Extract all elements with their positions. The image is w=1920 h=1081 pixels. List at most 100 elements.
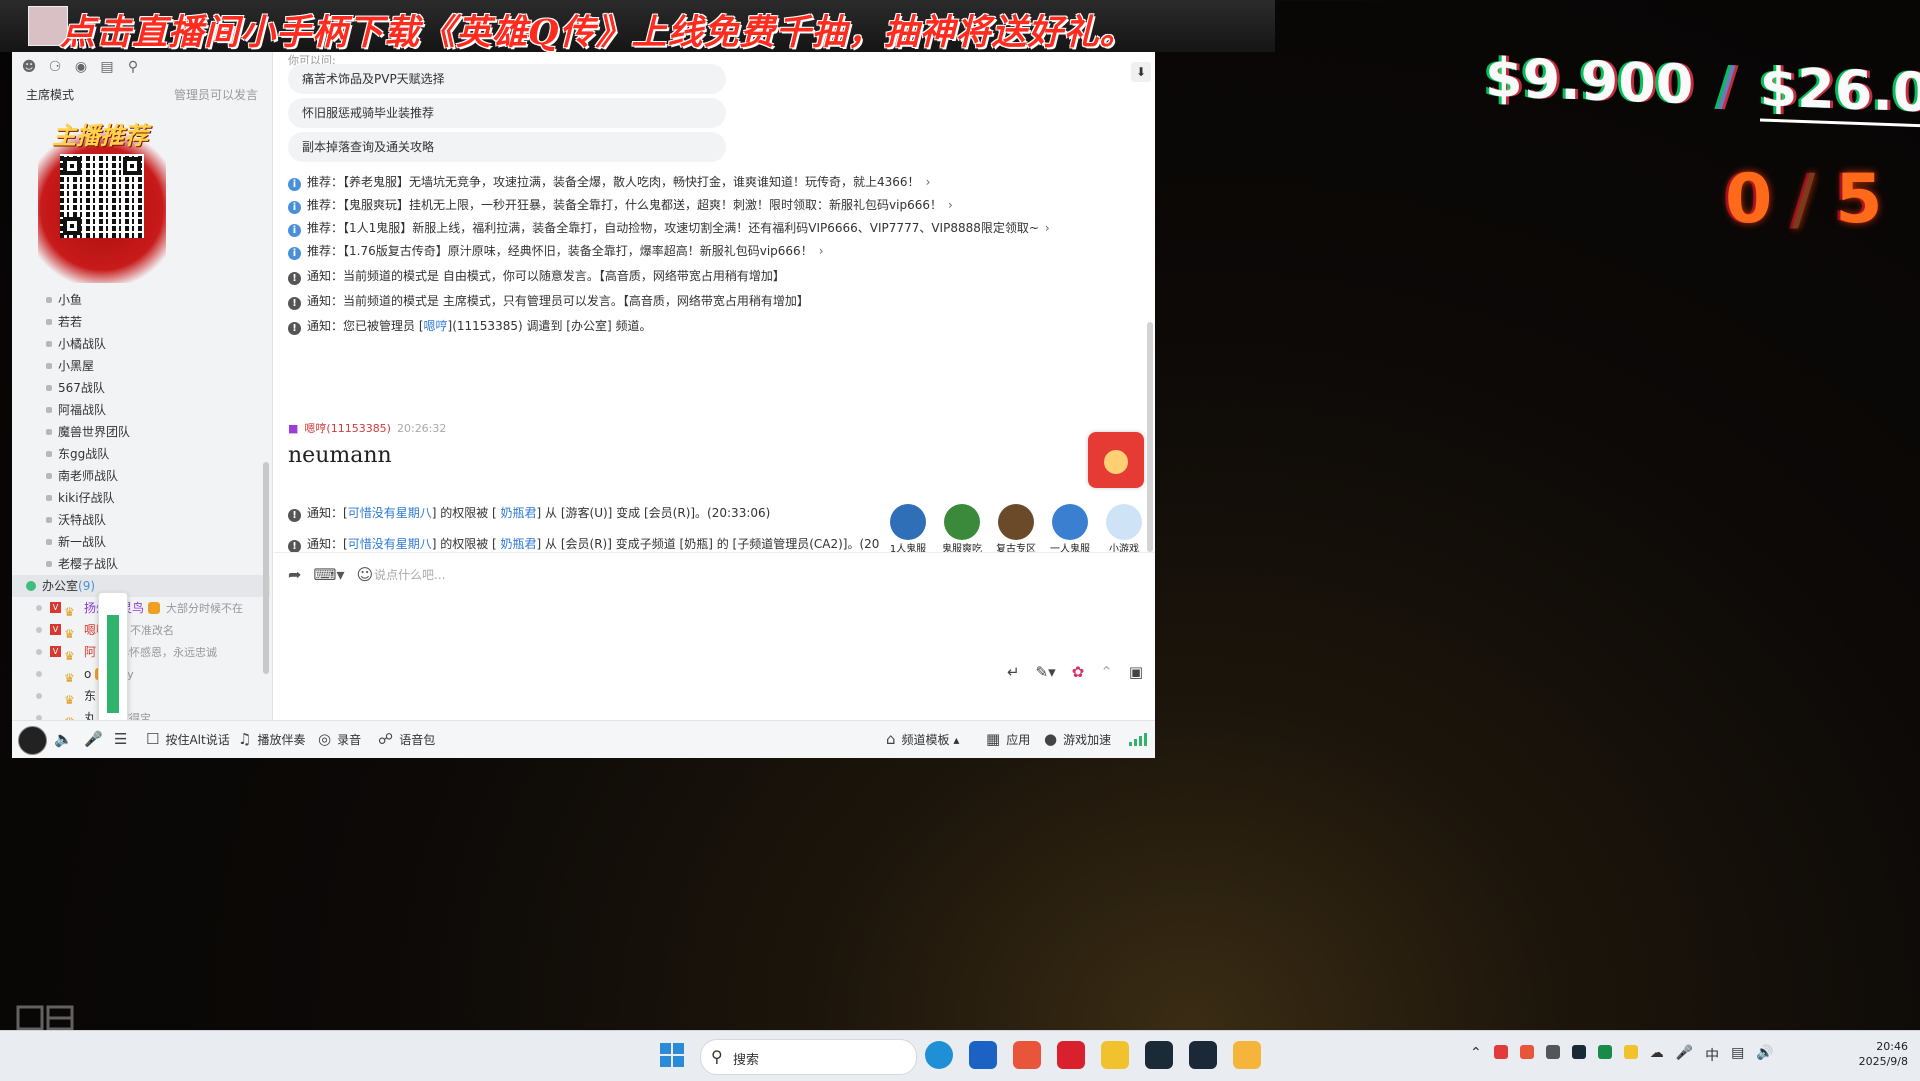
app-icon[interactable] — [1101, 1041, 1129, 1069]
gamepad-icon[interactable]: ⌨▾ — [313, 565, 344, 584]
tray-app-icon[interactable] — [1597, 1045, 1612, 1059]
suggestion-chip[interactable]: 怀旧服惩戒骑毕业装推荐 — [288, 98, 726, 128]
channel-item[interactable]: kiki仔战队 — [12, 487, 270, 509]
push-to-talk-button[interactable]: ☐ 按住Alt说话 — [146, 721, 230, 758]
message-input[interactable]: 说点什么吧... — [374, 566, 445, 583]
channel-item[interactable]: 小鱼 — [12, 289, 270, 311]
channel-item[interactable]: 若若 — [12, 311, 270, 333]
edge-browser-icon[interactable] — [925, 1041, 953, 1069]
chat-panel: 你可以问: 痛苦术饰品及PVP天赋选择 怀旧服惩戒骑毕业装推荐 副本掉落查询及通… — [274, 52, 1155, 552]
banner-text: 点击直播间小手柄下载《英雄Q传》上线免费千抽，抽神将送好礼。 — [60, 12, 1136, 53]
audio-settings-icon[interactable]: ☰ — [114, 721, 133, 758]
grid-icon: ▦ — [986, 730, 1001, 748]
search-icon[interactable]: ⚲ — [124, 58, 142, 76]
recommend-line[interactable]: i 推荐：【养老鬼服】无墙坑无竞争，攻速拉满，装备全爆，散人吃肉，畅快打金，谁爽谁… — [288, 173, 930, 191]
netease-music-icon[interactable] — [1057, 1041, 1085, 1069]
app-icon[interactable] — [1233, 1041, 1261, 1069]
gift-box-icon[interactable]: ▣ — [1129, 663, 1143, 681]
taskbar-clock[interactable]: 20:46 2025/9/8 — [1859, 1039, 1908, 1069]
recommend-line[interactable]: i 推荐：【1.76版复古传奇】原汁原味，经典怀旧，装备全靠打，爆率超高！新服礼包… — [288, 242, 824, 260]
channel-item[interactable]: 南老师战队 — [12, 465, 270, 487]
volume-icon[interactable]: 🔊 — [1756, 1045, 1773, 1065]
game-shortcut[interactable]: 一人鬼服 — [1046, 504, 1094, 552]
member-row[interactable]: V ♛ 嗯哼 不准改名 — [12, 619, 270, 641]
chevron-up-icon[interactable]: ⌃ — [1100, 663, 1113, 681]
ime-indicator[interactable]: 中 — [1705, 1045, 1719, 1065]
game-shortcuts: 1人鬼服 鬼服爽吃 复古专区 一人鬼服 小游戏 — [884, 504, 1148, 552]
suggestion-chip[interactable]: 痛苦术饰品及PVP天赋选择 — [288, 64, 726, 94]
red-packet-icon[interactable] — [1088, 432, 1144, 488]
microphone-icon[interactable]: 🎤 — [1676, 1045, 1693, 1065]
game-shortcut[interactable]: 小游戏 — [1100, 504, 1148, 552]
member-row[interactable]: ♛丸挖得宝 — [12, 707, 270, 720]
channel-item[interactable]: 东gg战队 — [12, 443, 270, 465]
promo-qr-badge[interactable]: 主播推荐 — [38, 118, 166, 283]
enter-icon[interactable]: ↵ — [1007, 663, 1020, 681]
user-link[interactable]: 可惜没有星期八 — [348, 537, 432, 551]
recommend-line[interactable]: i 推荐：【1人1鬼服】新服上线，福利拉满，装备全靠打，自动捡物，攻速切割全满！还… — [288, 219, 1050, 237]
tray-app-icon[interactable] — [1519, 1045, 1534, 1059]
location-icon[interactable]: ◉ — [72, 58, 90, 76]
scroll-to-bottom-button[interactable]: ⬇ — [1131, 62, 1151, 82]
mic-volume-popup[interactable] — [98, 592, 128, 720]
notes-icon[interactable]: ▤ — [98, 58, 116, 76]
channel-item[interactable]: 567战队 — [12, 377, 270, 399]
chat-scrollbar[interactable] — [1147, 322, 1153, 552]
member-row[interactable]: ♛ 东 — [12, 685, 270, 707]
game-shortcut[interactable]: 复古专区 — [992, 504, 1040, 552]
user-link[interactable]: 可惜没有星期八 — [348, 506, 432, 520]
speaker-icon[interactable]: 🔈 — [54, 721, 79, 758]
steam-icon[interactable] — [1189, 1041, 1217, 1069]
channel-item[interactable]: 小黑屋 — [12, 355, 270, 377]
windows-start-icon[interactable] — [660, 1043, 684, 1067]
message-author[interactable]: ■ 嗯哼(11153385) 20:26:32 — [288, 420, 446, 436]
user-link[interactable]: 嗯哼 — [424, 319, 448, 333]
channel-item[interactable]: 沃特战队 — [12, 509, 270, 531]
flower-icon[interactable]: ✿ — [1072, 663, 1085, 681]
channel-office-expanded[interactable]: 办公室(9) — [12, 575, 270, 597]
channel-item[interactable]: 魔兽世界团队 — [12, 421, 270, 443]
game-boost-button[interactable]: ● 游戏加速 — [1044, 721, 1111, 758]
channel-item[interactable]: 阿福战队 — [12, 399, 270, 421]
member-row[interactable]: V♛扬州百灵鸟大部分时候不在 — [12, 597, 270, 619]
app-icon[interactable] — [1013, 1041, 1041, 1069]
tray-app-icon[interactable] — [1545, 1045, 1560, 1059]
user-link[interactable]: 奶瓶君 — [501, 506, 537, 520]
chevron-up-icon[interactable]: ⌃ — [1470, 1045, 1482, 1065]
microphone-icon[interactable]: 🎤 — [84, 721, 109, 758]
apps-button[interactable]: ▦ 应用 — [986, 721, 1030, 758]
channel-mode-header: 主席模式 管理员可以发言 — [26, 86, 266, 103]
input-toolbar: ➦ ⌨▾ ☺ — [288, 565, 373, 584]
taskbar-search[interactable]: ⚲ 搜索 — [700, 1039, 917, 1075]
member-row[interactable]: V ♛ 阿 心怀感恩，永远忠诚 — [12, 641, 270, 663]
channel-item[interactable]: 老樱子战队 — [12, 553, 270, 575]
recommend-line[interactable]: i 推荐：【鬼服爽玩】挂机无上限，一秒开狂暴，装备全靠打，什么鬼都送，超爽！刺激！… — [288, 196, 953, 214]
voice-pack-button[interactable]: ☍ 语音包 — [378, 721, 435, 758]
headset-icon[interactable]: ⚆ — [46, 58, 64, 76]
cloud-icon[interactable]: ☁ — [1650, 1045, 1664, 1065]
channel-item[interactable]: 新一战队 — [12, 531, 270, 553]
game-shortcut[interactable]: 1人鬼服 — [884, 504, 932, 552]
user-link[interactable]: 奶瓶君 — [501, 537, 537, 551]
chevron-right-icon: › — [1044, 221, 1050, 235]
user-icon[interactable]: ☻ — [20, 58, 38, 76]
member-row[interactable]: ♛oaby — [12, 663, 270, 685]
suggestion-chip[interactable]: 副本掉落查询及通关攻略 — [288, 132, 726, 162]
input-actions: ↵ ✎▾ ✿ ⌃ ▣ — [1007, 663, 1143, 681]
game-shortcut[interactable]: 鬼服爽吃 — [938, 504, 986, 552]
app-icon[interactable] — [969, 1041, 997, 1069]
play-music-button[interactable]: ♫ 播放伴奏 — [238, 721, 305, 758]
app-icon[interactable] — [1145, 1041, 1173, 1069]
sidebar-scrollbar[interactable] — [263, 462, 269, 674]
tray-app-icon[interactable] — [1623, 1045, 1638, 1059]
tray-app-icon[interactable] — [1493, 1045, 1508, 1059]
channel-item[interactable]: 小橘战队 — [12, 333, 270, 355]
channel-template-button[interactable]: ⌂ 频道模板 ▴ — [886, 721, 959, 758]
emoji-icon[interactable]: ☺ — [357, 565, 374, 584]
avatar[interactable] — [18, 726, 47, 755]
chat-bubble-icon[interactable]: ✎▾ — [1036, 663, 1056, 681]
record-button[interactable]: ◎ 录音 — [318, 721, 361, 758]
share-icon[interactable]: ➦ — [288, 565, 301, 584]
steam-icon[interactable] — [1571, 1045, 1586, 1059]
network-icon[interactable]: ▤ — [1731, 1045, 1744, 1065]
